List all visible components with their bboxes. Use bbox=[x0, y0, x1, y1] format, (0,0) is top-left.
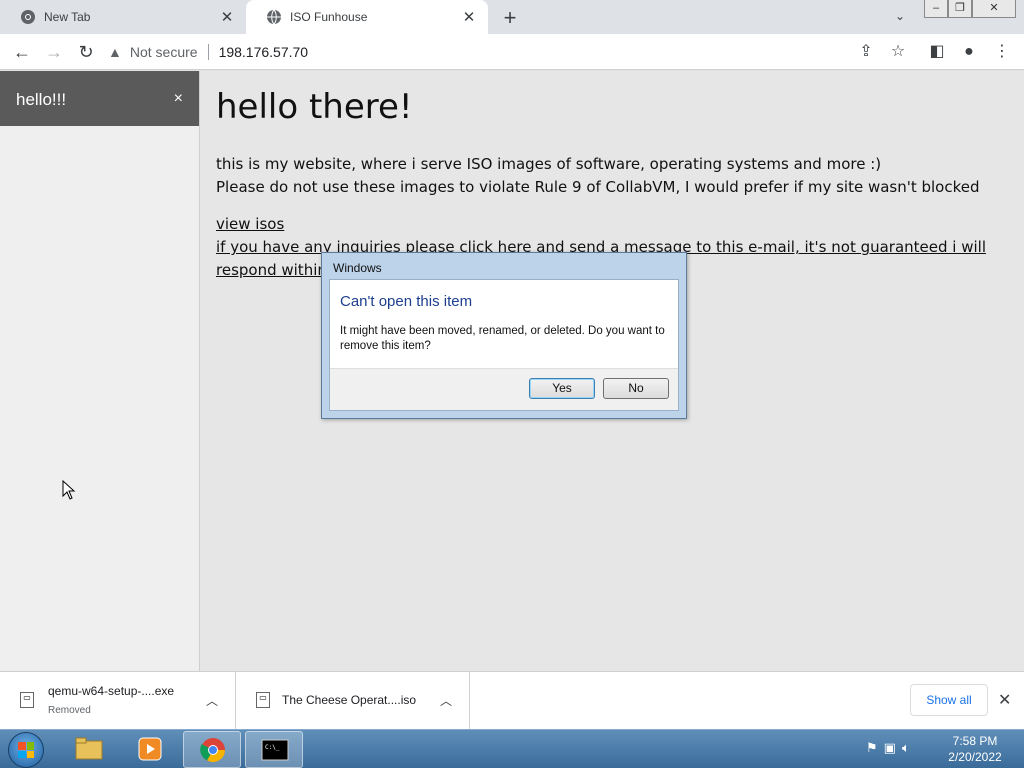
tab-new-tab[interactable]: New Tab ✕ bbox=[0, 0, 246, 34]
clock-date: 2/20/2022 bbox=[948, 750, 1002, 764]
iso-file-icon: ▭ bbox=[256, 692, 270, 708]
bookmark-star-icon[interactable]: ☆ bbox=[886, 40, 910, 64]
sidebar-close-icon[interactable]: × bbox=[174, 90, 183, 107]
sidebar-header: hello!!! × bbox=[0, 71, 199, 126]
warning-triangle-icon[interactable]: ▲ bbox=[108, 44, 122, 60]
download-status: Removed bbox=[48, 705, 91, 716]
dialog-message: It might have been moved, renamed, or de… bbox=[340, 325, 665, 352]
windows-taskbar: C:\_ ⚑ ▣ 🔈︎ 7:58 PM 2/20/2022 bbox=[0, 729, 1024, 768]
intro-text: this is my website, where i serve ISO im… bbox=[216, 155, 882, 173]
media-player-icon bbox=[138, 737, 162, 761]
svg-text:C:\_: C:\_ bbox=[265, 744, 280, 751]
dialog-title: Windows bbox=[333, 261, 382, 275]
kebab-menu-icon[interactable]: ⋮ bbox=[990, 40, 1014, 64]
tab-title: ISO Funhouse bbox=[290, 10, 368, 24]
divider bbox=[207, 44, 209, 60]
explorer-taskbar-button[interactable] bbox=[60, 731, 118, 768]
folder-icon bbox=[75, 737, 103, 760]
browser-toolbar: ← → ↻ ▲ Not secure 198.176.57.70 ⇪ ☆ ◧ ●… bbox=[0, 34, 1024, 70]
share-icon[interactable]: ⇪ bbox=[854, 40, 878, 64]
yes-button[interactable]: Yes bbox=[529, 378, 595, 399]
globe-icon bbox=[266, 9, 282, 25]
clock-time: 7:58 PM bbox=[952, 734, 998, 748]
tab-strip: New Tab ✕ ISO Funhouse ✕ + ⌄ – ❐ ✕ bbox=[0, 0, 1024, 34]
tab-close-icon[interactable]: ✕ bbox=[218, 8, 236, 26]
download-item[interactable]: ▭ qemu-w64-setup-....exe Removed ︿ bbox=[0, 672, 236, 730]
tab-title: New Tab bbox=[44, 10, 91, 24]
minimize-icon[interactable]: – bbox=[924, 0, 948, 18]
dialog-heading: Can't open this item bbox=[340, 293, 473, 310]
rules-text: Please do not use these images to violat… bbox=[216, 178, 980, 196]
download-item[interactable]: ▭ The Cheese Operat....iso ︿ bbox=[236, 672, 470, 730]
url-text[interactable]: 198.176.57.70 bbox=[219, 44, 309, 60]
chevron-up-icon[interactable]: ︿ bbox=[206, 692, 218, 709]
network-icon[interactable]: ▣ bbox=[884, 740, 896, 756]
shelf-close-icon[interactable]: ✕ bbox=[998, 690, 1011, 710]
no-button[interactable]: No bbox=[603, 378, 669, 399]
start-button[interactable] bbox=[8, 732, 44, 768]
window-close-icon[interactable]: ✕ bbox=[972, 0, 1016, 18]
cant-open-dialog: Windows Can't open this item It might ha… bbox=[321, 252, 687, 419]
chrome-icon bbox=[200, 738, 225, 763]
side-panel-icon[interactable]: ◧ bbox=[925, 40, 949, 64]
chrome-taskbar-button[interactable] bbox=[183, 731, 241, 768]
cmd-taskbar-button[interactable]: C:\_ bbox=[245, 731, 303, 768]
action-center-flag-icon[interactable]: ⚑ bbox=[866, 740, 878, 756]
address-bar[interactable]: ▲ Not secure 198.176.57.70 bbox=[108, 38, 850, 66]
tab-close-icon[interactable]: ✕ bbox=[460, 8, 478, 26]
download-shelf: ▭ qemu-w64-setup-....exe Removed ︿ ▭ The… bbox=[0, 671, 1024, 730]
reload-icon[interactable]: ↻ bbox=[74, 40, 98, 64]
sidebar: hello!!! × bbox=[0, 71, 200, 671]
window-controls: – ❐ ✕ bbox=[924, 0, 1016, 18]
windows-logo-icon bbox=[18, 742, 34, 758]
chrome-icon bbox=[20, 9, 36, 25]
restore-icon[interactable]: ❐ bbox=[948, 0, 972, 18]
forward-arrow-icon[interactable]: → bbox=[42, 40, 66, 64]
tab-iso-funhouse[interactable]: ISO Funhouse ✕ bbox=[246, 0, 488, 34]
dialog-body: Can't open this item It might have been … bbox=[329, 279, 679, 411]
sidebar-title: hello!!! bbox=[16, 90, 67, 109]
system-clock[interactable]: 7:58 PM 2/20/2022 bbox=[940, 733, 1010, 765]
new-tab-plus-icon[interactable]: + bbox=[498, 5, 522, 31]
volume-icon[interactable]: 🔈︎ bbox=[902, 740, 910, 756]
tab-search-chevron-icon[interactable]: ⌄ bbox=[895, 9, 905, 23]
security-status[interactable]: Not secure bbox=[130, 44, 198, 60]
exe-file-icon: ▭ bbox=[20, 692, 34, 708]
back-arrow-icon[interactable]: ← bbox=[10, 40, 34, 64]
profile-avatar-icon[interactable]: ● bbox=[957, 40, 981, 64]
system-tray: ⚑ ▣ 🔈︎ bbox=[866, 740, 910, 756]
chevron-up-icon[interactable]: ︿ bbox=[440, 692, 452, 709]
command-prompt-icon: C:\_ bbox=[261, 739, 289, 761]
page-title: hello there! bbox=[216, 87, 413, 127]
show-all-button[interactable]: Show all bbox=[910, 684, 988, 716]
media-player-taskbar-button[interactable] bbox=[121, 731, 179, 768]
mouse-cursor-icon bbox=[62, 480, 76, 500]
download-name: The Cheese Operat....iso bbox=[282, 693, 417, 707]
view-isos-link[interactable]: view isos bbox=[216, 213, 1016, 236]
dialog-footer: Yes No bbox=[330, 368, 678, 410]
download-name: qemu-w64-setup-....exe bbox=[48, 684, 175, 698]
